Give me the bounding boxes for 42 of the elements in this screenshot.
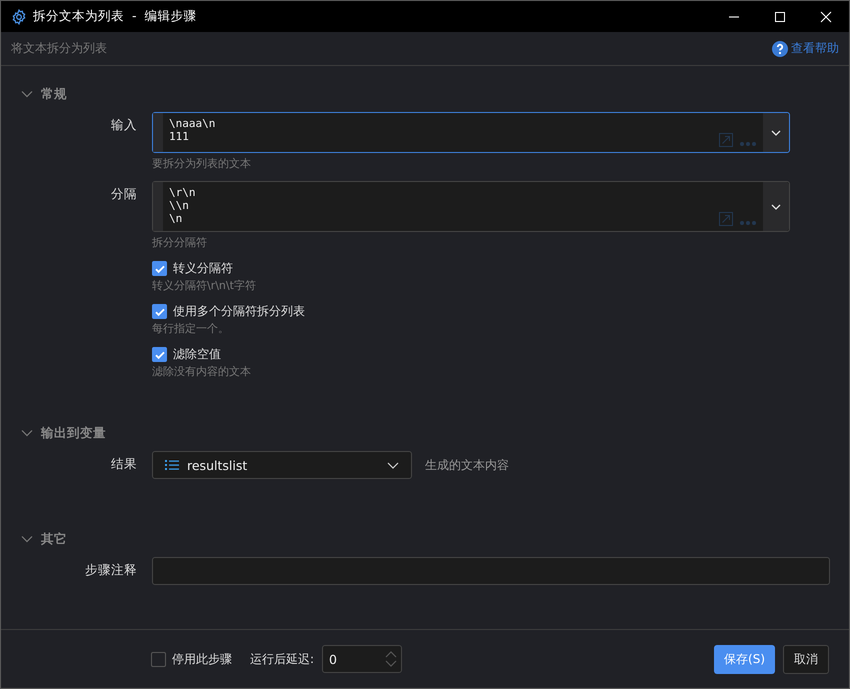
delay-label: 运行后延迟: xyxy=(250,650,314,668)
field-hint: 转义分隔符\r\n\t字符 xyxy=(152,278,257,293)
checkbox[interactable] xyxy=(151,652,166,666)
field-label: 步骤注释 xyxy=(85,562,137,578)
field-note: 生成的文本内容 xyxy=(425,456,509,474)
help-icon[interactable] xyxy=(772,40,788,56)
checkbox-label[interactable]: 停用此步骤 xyxy=(172,650,232,668)
field-hint: 要拆分为列表的文本 xyxy=(152,156,252,171)
field-label: 结果 xyxy=(111,456,137,472)
maximize-icon[interactable] xyxy=(774,10,786,22)
section-title[interactable]: 输出到变量 xyxy=(41,424,106,442)
list-icon xyxy=(165,459,179,471)
field-text: \naaa\n 111 xyxy=(168,116,216,145)
spinner-value: 0 xyxy=(329,652,337,666)
checkbox-label[interactable]: 转义分隔符 xyxy=(173,260,233,277)
help-link[interactable]: 查看帮助 xyxy=(772,40,839,57)
section-title[interactable]: 其它 xyxy=(41,530,67,548)
checkbox-label[interactable]: 使用多个分隔符拆分列表 xyxy=(173,303,305,320)
field-hint: 滤除没有内容的文本 xyxy=(152,364,252,379)
checkbox[interactable] xyxy=(152,304,167,319)
field-text: \r\n \\n \n xyxy=(168,185,196,227)
input-field[interactable] xyxy=(152,557,830,585)
field-hint: 拆分分隔符 xyxy=(152,235,208,250)
section-title[interactable]: 常规 xyxy=(41,86,67,102)
delay-spinner[interactable]: 0 xyxy=(322,645,402,673)
step-description: 将文本拆分为列表 xyxy=(11,40,107,57)
cancel-button[interactable]: 取消 xyxy=(783,644,829,674)
chevron-icon xyxy=(387,462,399,468)
window-title: 拆分文本为列表 - 编辑步骤 xyxy=(33,8,196,25)
checkbox-label[interactable]: 滤除空值 xyxy=(173,346,221,363)
field-label: 输入 xyxy=(111,117,137,133)
spinner-arrows-icon[interactable] xyxy=(385,649,398,669)
checkbox[interactable] xyxy=(152,261,167,276)
variable-select[interactable]: resultslist xyxy=(152,451,412,479)
close-icon[interactable] xyxy=(820,10,832,22)
line-gutter xyxy=(153,182,163,231)
settings-icon xyxy=(11,8,27,24)
checkbox[interactable] xyxy=(152,347,167,362)
field-label: 分隔 xyxy=(111,186,137,202)
field-hint: 每行指定一个。 xyxy=(152,321,230,336)
line-gutter xyxy=(153,113,163,152)
select-value: resultslist xyxy=(187,458,248,472)
